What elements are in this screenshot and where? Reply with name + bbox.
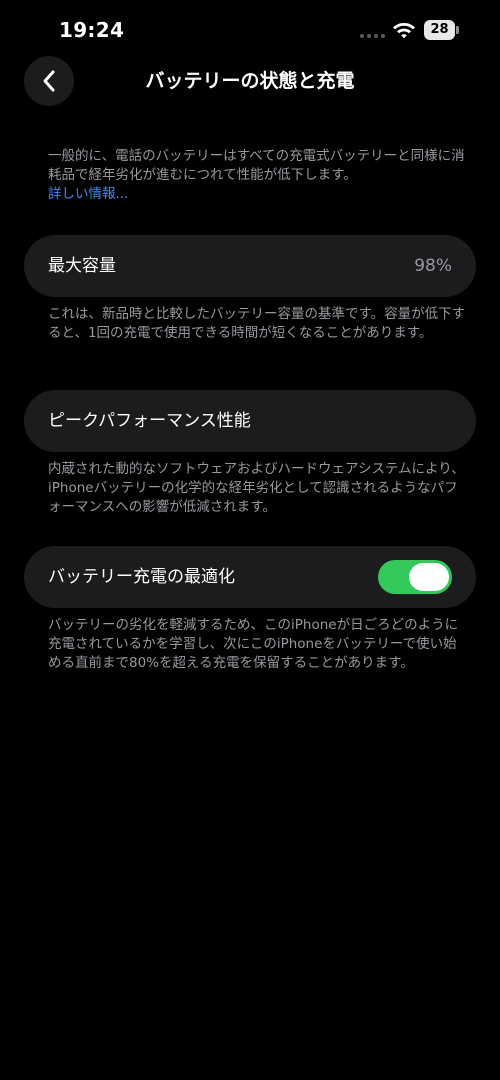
peak-performance-label: ピークパフォーマンス性能 xyxy=(48,411,251,431)
toggle-knob xyxy=(409,563,449,591)
peak-performance-row: ピークパフォーマンス性能 xyxy=(24,390,476,452)
optimized-charging-row: バッテリー充電の最適化 xyxy=(24,546,476,608)
optimized-charging-toggle[interactable] xyxy=(378,560,452,594)
max-capacity-description: これは、新品時と比較したバッテリー容量の基準です。容量が低下すると、1回の充電で… xyxy=(48,306,466,341)
max-capacity-label: 最大容量 xyxy=(48,256,116,276)
battery-level-text: 28 xyxy=(430,22,449,37)
intro-text: 一般的に、電話のバッテリーはすべての充電式バッテリーと同様に消耗品で経年劣化が進… xyxy=(48,148,465,183)
battery-icon: 28 xyxy=(424,20,460,40)
learn-more-link[interactable]: 詳しい情報... xyxy=(48,185,468,204)
max-capacity-row: 最大容量 98% xyxy=(24,235,476,297)
status-time: 19:24 xyxy=(59,18,125,42)
optimized-charging-label: バッテリー充電の最適化 xyxy=(48,567,235,587)
chevron-left-icon xyxy=(43,70,55,92)
intro-description: 一般的に、電話のバッテリーはすべての充電式バッテリーと同様に消耗品で経年劣化が進… xyxy=(48,147,468,204)
peak-performance-description: 内蔵された動的なソフトウェアおよびハードウェアシステムにより、iPhoneバッテ… xyxy=(48,461,465,515)
cellular-signal-icon xyxy=(360,34,386,38)
wifi-icon xyxy=(393,23,415,39)
back-button[interactable] xyxy=(24,56,74,106)
max-capacity-value: 98% xyxy=(414,256,452,276)
page-title: バッテリーの状態と充電 xyxy=(145,70,355,92)
optimized-charging-description: バッテリーの劣化を軽減するため、このiPhoneが日ごろどのように充電されている… xyxy=(48,617,459,671)
